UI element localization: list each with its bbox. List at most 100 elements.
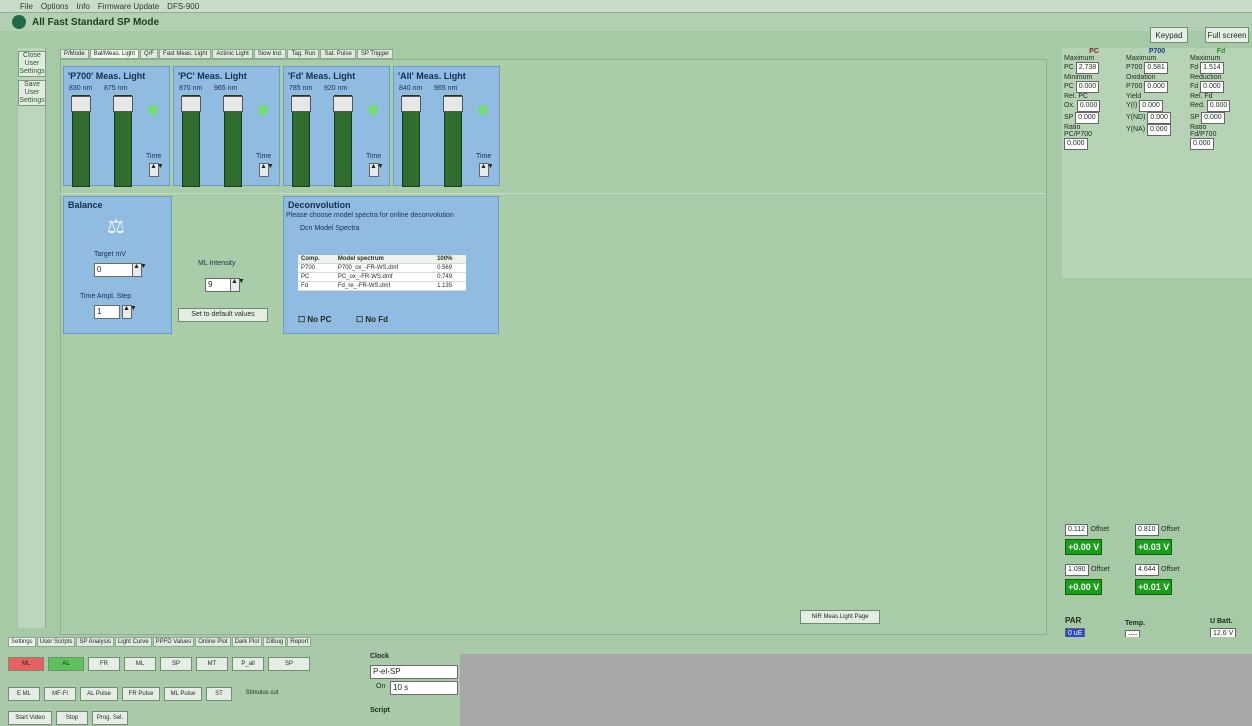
nir-meas-light-page-button[interactable]: NIR Meas.Light Page bbox=[800, 610, 880, 624]
fullscreen-button[interactable]: Full screen bbox=[1205, 27, 1249, 43]
ml-intensity-field[interactable]: 9 bbox=[205, 278, 231, 292]
tab-mode[interactable]: P/Mode bbox=[60, 49, 89, 59]
menu-firmware[interactable]: Firmware Update bbox=[98, 2, 159, 11]
ratio-name: Fd/P700 bbox=[1190, 131, 1217, 138]
intensity-slider-1[interactable] bbox=[71, 95, 91, 187]
sp-toggle-button[interactable]: SP bbox=[160, 657, 192, 671]
tab-bal-meas-light[interactable]: Bal/Meas. Light bbox=[89, 49, 140, 59]
window-title-bar: All Fast Standard SP Mode bbox=[0, 13, 1252, 31]
slider-knob[interactable] bbox=[113, 96, 133, 112]
spectrum-cell[interactable]: PC_ox_-FR-WS.dmf bbox=[334, 272, 435, 282]
prog-sel-button[interactable]: Prog. Sel. bbox=[92, 711, 128, 725]
tab-user-scripts[interactable]: User Scripts bbox=[36, 637, 76, 647]
tab-sp-analysis[interactable]: SP Analysis bbox=[76, 637, 114, 647]
mt-toggle-button[interactable]: MT bbox=[196, 657, 228, 671]
ml-toggle-button[interactable]: ML bbox=[8, 657, 44, 671]
offset-value[interactable]: 4.644 bbox=[1135, 564, 1159, 576]
tab-online-plot[interactable]: Online Plot bbox=[195, 637, 231, 647]
intensity-slider-1[interactable] bbox=[291, 95, 311, 187]
intensity-slider-1[interactable] bbox=[181, 95, 201, 187]
pall-sp-button[interactable]: SP bbox=[268, 657, 310, 671]
slider-knob[interactable] bbox=[443, 96, 463, 112]
panel-title: 'PC' Meas. Light bbox=[178, 71, 247, 81]
keypad-button[interactable]: Keypad bbox=[1150, 27, 1188, 43]
set-default-values-button[interactable]: Set to default values bbox=[178, 308, 268, 322]
tab-qf[interactable]: Q/F bbox=[140, 49, 159, 59]
st-button[interactable]: ST bbox=[206, 687, 232, 701]
no-pc-checkbox[interactable]: ☐ No PC bbox=[298, 315, 331, 324]
ml2-toggle-button[interactable]: ML bbox=[124, 657, 156, 671]
save-user-settings-button[interactable]: Save User Settings bbox=[18, 80, 46, 106]
tab-dark-plot[interactable]: Dark Plot bbox=[231, 637, 263, 647]
menu-device[interactable]: DFS-900 bbox=[167, 2, 199, 11]
min-label: Oxidation bbox=[1126, 74, 1156, 81]
slider-knob[interactable] bbox=[223, 96, 243, 112]
table-row[interactable]: PC PC_ox_-FR-WS.dmf 0.749 bbox=[298, 272, 466, 282]
balance-panel: Balance ⚖ Target mV 0 ▲▼ Time Ampl. Step… bbox=[63, 196, 172, 334]
tab-actinic-light[interactable]: Actinic Light bbox=[212, 49, 253, 59]
close-user-settings-button[interactable]: Close User Settings bbox=[18, 51, 46, 77]
tab-tag-run[interactable]: Tag. Run bbox=[287, 49, 320, 59]
balance-scale-icon[interactable]: ⚖ bbox=[103, 217, 129, 237]
fr-toggle-button[interactable]: FR bbox=[88, 657, 120, 671]
min-value: 0.000 bbox=[1144, 81, 1168, 93]
time-ampl-step-stepper[interactable]: ▲▼ bbox=[122, 305, 137, 319]
balance-title: Balance bbox=[68, 200, 103, 210]
tab-light-curve[interactable]: Light Curve bbox=[114, 637, 152, 647]
intensity-slider-2[interactable] bbox=[333, 95, 353, 187]
stop-button[interactable]: Stop bbox=[56, 711, 88, 725]
slider-knob[interactable] bbox=[181, 96, 201, 112]
offset-value[interactable]: 0.810 bbox=[1135, 524, 1159, 536]
slider-knob[interactable] bbox=[333, 96, 353, 112]
time-ampl-step-field[interactable]: 1 bbox=[94, 305, 120, 319]
tab-slow-ind[interactable]: Slow Ind. bbox=[253, 49, 287, 59]
slider-knob[interactable] bbox=[401, 96, 421, 112]
no-fd-checkbox[interactable]: ☐ No Fd bbox=[356, 315, 388, 324]
start-video-button[interactable]: Start Video bbox=[8, 711, 52, 725]
slider-knob[interactable] bbox=[291, 96, 311, 112]
tab-dilbug[interactable]: Dilbug bbox=[263, 637, 287, 647]
spectrum-cell[interactable]: Fd_re_-FR-WS.dmf bbox=[334, 281, 435, 291]
time-stepper[interactable]: ▲▼ bbox=[479, 163, 494, 177]
table-row[interactable]: Fd Fd_re_-FR-WS.dmf 1.135 bbox=[298, 281, 466, 291]
intensity-slider-1[interactable] bbox=[401, 95, 421, 187]
intensity-slider-2[interactable] bbox=[443, 95, 463, 187]
bottom-tabs: Settings User Scripts SP Analysis Light … bbox=[8, 637, 1252, 647]
fr-pulse-button[interactable]: FR Pulse bbox=[122, 687, 160, 701]
on-select[interactable]: 10 s bbox=[390, 681, 458, 695]
target-mv-stepper[interactable]: ▲▼ bbox=[132, 263, 147, 277]
max-value: 2.738 bbox=[1075, 62, 1100, 74]
menu-info[interactable]: Info bbox=[76, 2, 89, 11]
intensity-slider-2[interactable] bbox=[113, 95, 133, 187]
voltage-readout: +0.03 V bbox=[1135, 539, 1173, 555]
tab-fast-meas-light[interactable]: Fast Meas. Light bbox=[159, 49, 212, 59]
target-mv-field[interactable]: 0 bbox=[94, 263, 134, 277]
tab-sat-pulse[interactable]: Sat. Pulse bbox=[320, 49, 356, 59]
wavelength-2: 875 nm bbox=[104, 85, 128, 92]
ml-intensity-stepper[interactable]: ▲▼ bbox=[230, 278, 245, 292]
al-pulse-button[interactable]: AL Pulse bbox=[80, 687, 118, 701]
time-stepper[interactable]: ▲▼ bbox=[259, 163, 274, 177]
e-ml-button[interactable]: E ML bbox=[8, 687, 40, 701]
tab-ppfd-values[interactable]: PPFD Values bbox=[152, 637, 195, 647]
spectrum-cell[interactable]: P700_ox_-FR-WS.dmf bbox=[334, 263, 435, 273]
table-row[interactable]: P700 P700_ox_-FR-WS.dmf 0.569 bbox=[298, 263, 466, 273]
time-stepper[interactable]: ▲▼ bbox=[149, 163, 164, 177]
intensity-slider-2[interactable] bbox=[223, 95, 243, 187]
al-toggle-button[interactable]: AL bbox=[48, 657, 84, 671]
save-user-label: Save User Settings bbox=[19, 81, 45, 104]
slider-knob[interactable] bbox=[71, 96, 91, 112]
offset-value[interactable]: 1.090 bbox=[1065, 564, 1089, 576]
clock-select[interactable]: P-el-SP bbox=[370, 665, 458, 679]
tab-sp-trigger[interactable]: SP Trigger bbox=[356, 49, 394, 59]
tab-report[interactable]: Report bbox=[287, 637, 312, 647]
tab-settings[interactable]: Settings bbox=[8, 637, 36, 647]
stimulus-cut-checkbox[interactable]: Stimulus cut bbox=[236, 687, 288, 701]
time-stepper[interactable]: ▲▼ bbox=[369, 163, 384, 177]
menu-options[interactable]: Options bbox=[41, 2, 69, 11]
mf-fl-button[interactable]: MF-Fl bbox=[44, 687, 76, 701]
ml-pulse-button[interactable]: ML Pulse bbox=[164, 687, 202, 701]
menu-file[interactable]: File bbox=[20, 2, 33, 11]
mt-button[interactable]: P_all bbox=[232, 657, 264, 671]
offset-value[interactable]: 0.112 bbox=[1065, 524, 1088, 536]
